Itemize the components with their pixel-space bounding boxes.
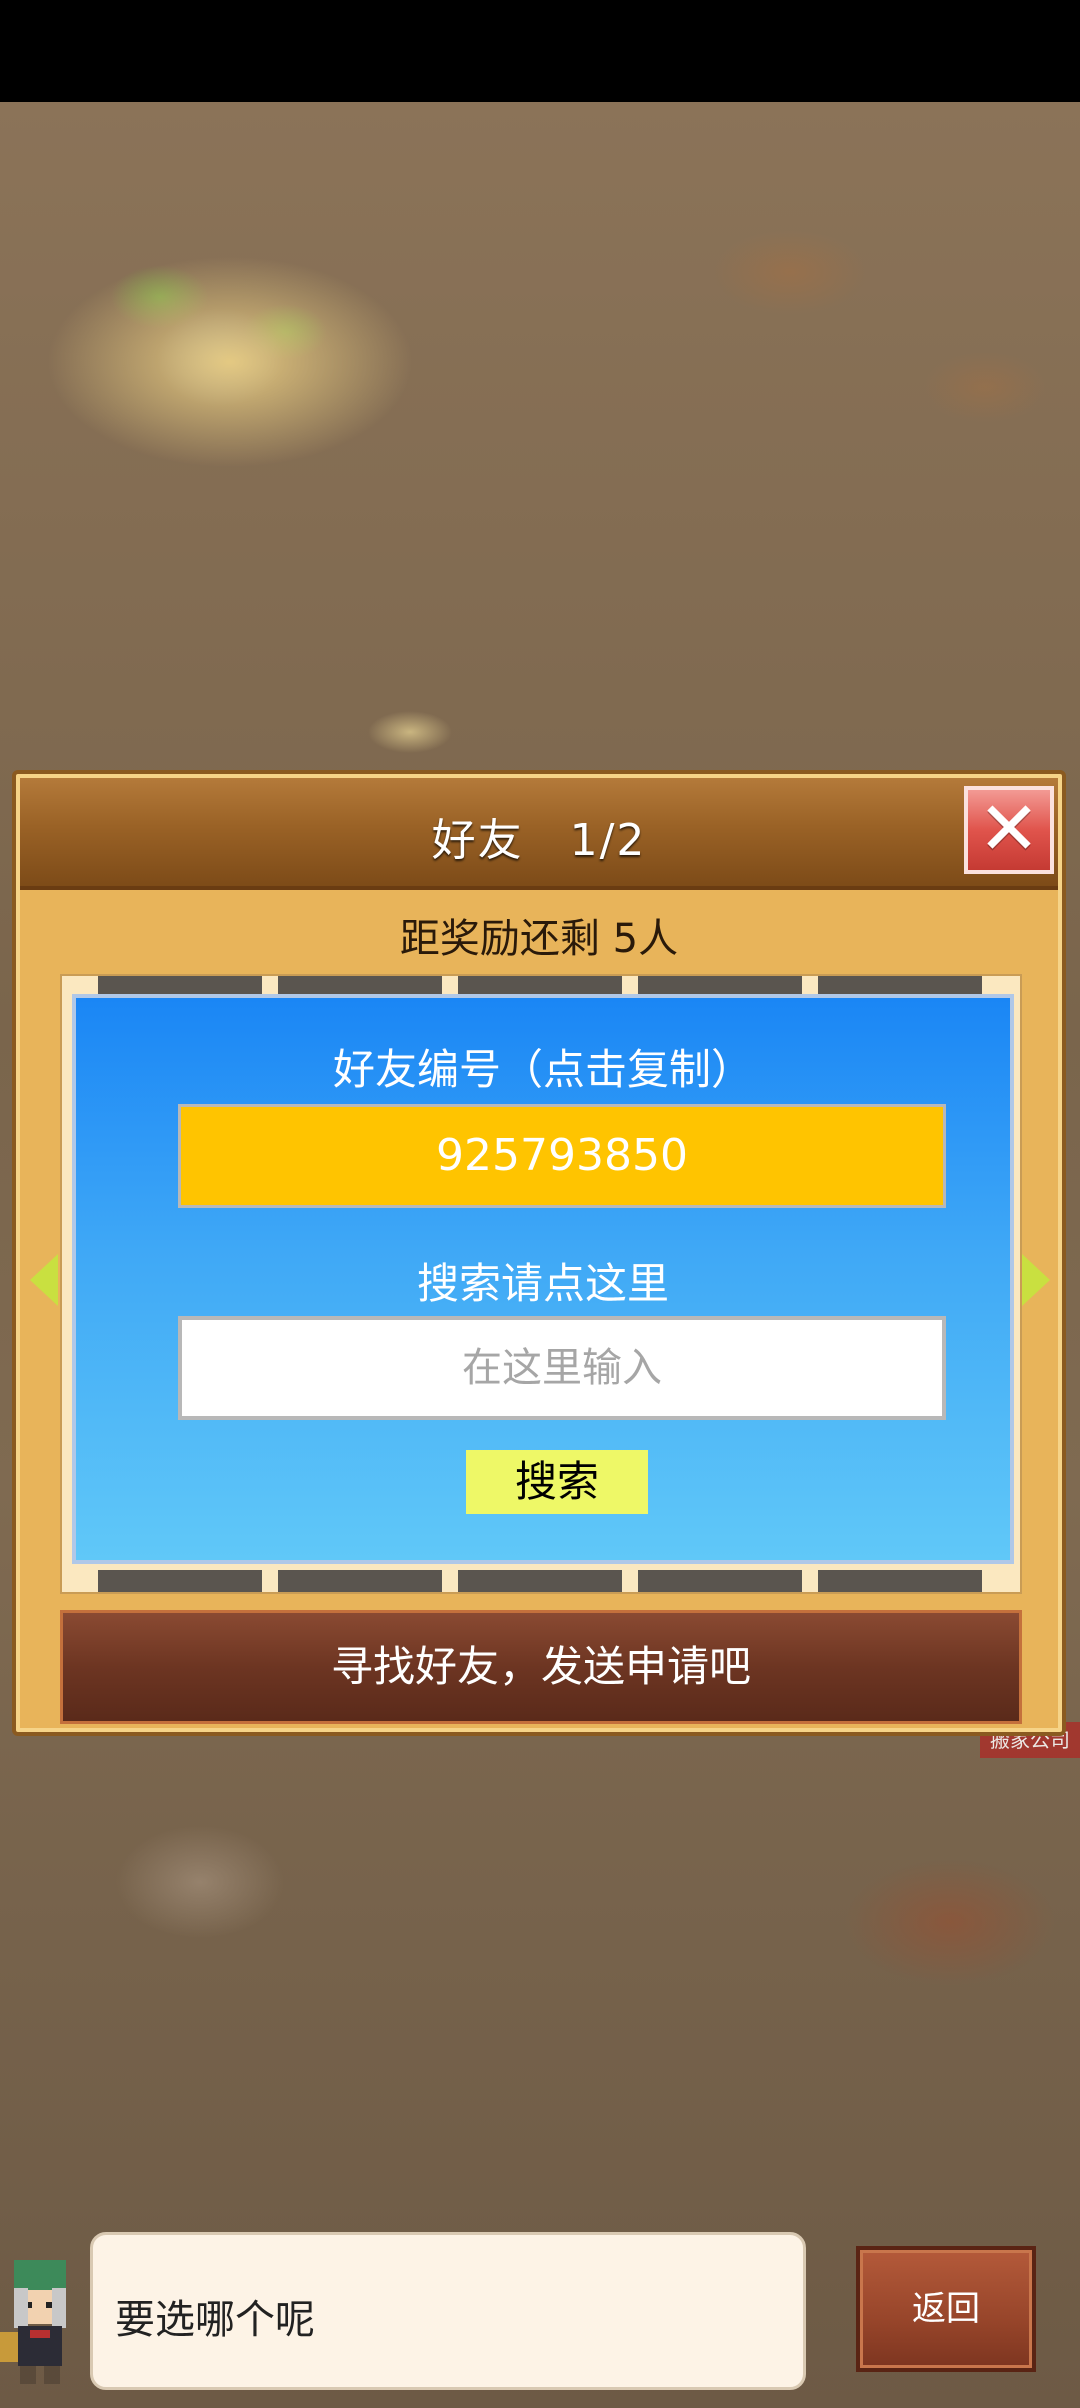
dialog-title: 好友 1/2 bbox=[431, 815, 647, 866]
arrow-right-icon[interactable] bbox=[1022, 1254, 1050, 1306]
close-icon: ✕ bbox=[977, 786, 1040, 872]
friend-id-panel: 好友编号（点击复制） 925793850 搜索请点这里 搜索 bbox=[72, 994, 1014, 1564]
speech-bubble: 要选哪个呢 bbox=[90, 2232, 806, 2390]
find-friend-button[interactable]: 寻找好友，发送申请吧 bbox=[60, 1610, 1022, 1724]
slot-tabs-bottom bbox=[98, 1570, 982, 1592]
friends-dialog: 好友 1/2 ✕ 距奖励还剩 5人 好友编号（点击复制） 925793850 搜… bbox=[12, 770, 1066, 1736]
dialog-header: 好友 1/2 ✕ bbox=[20, 778, 1058, 890]
friend-id-label: 好友编号（点击复制） bbox=[332, 1045, 753, 1094]
status-bar bbox=[0, 0, 1080, 102]
friend-slot[interactable] bbox=[638, 1570, 802, 1592]
friend-slot[interactable] bbox=[458, 1570, 622, 1592]
friend-slot[interactable] bbox=[818, 1570, 982, 1592]
reward-remaining-text: 距奖励还剩 5人 bbox=[399, 916, 679, 962]
search-input[interactable] bbox=[178, 1316, 946, 1420]
friend-id-copy-box[interactable]: 925793850 bbox=[178, 1104, 946, 1208]
back-button[interactable]: 返回 bbox=[856, 2246, 1036, 2372]
search-label: 搜索请点这里 bbox=[416, 1259, 669, 1308]
arrow-left-icon[interactable] bbox=[30, 1254, 58, 1306]
close-button[interactable]: ✕ bbox=[964, 786, 1054, 874]
character-avatar bbox=[0, 2260, 66, 2384]
search-button[interactable]: 搜索 bbox=[466, 1450, 648, 1514]
speech-text: 要选哪个呢 bbox=[115, 2297, 315, 2343]
friend-slot[interactable] bbox=[98, 1570, 262, 1592]
friend-slot[interactable] bbox=[278, 1570, 442, 1592]
